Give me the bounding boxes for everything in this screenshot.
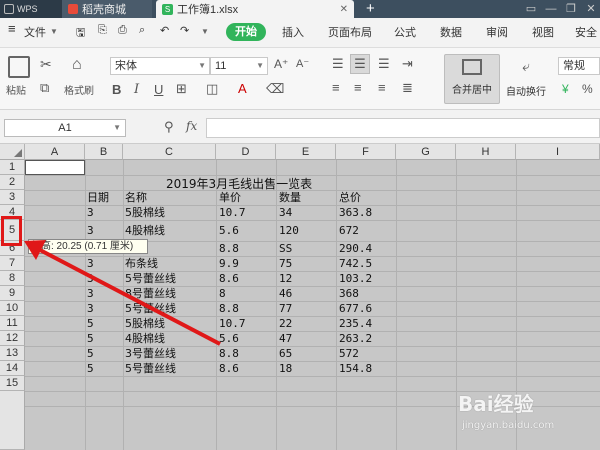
menu-bar: ≡ 文件 ▼ 🖫 ⎘ ⎙ ⌕ ↶ ↷ ▼ 开始 插入 页面布局 公式 数据 审阅… xyxy=(0,18,600,48)
indent-icon[interactable]: ⇥ xyxy=(402,56,413,72)
chevron-down-icon[interactable]: ▼ xyxy=(50,27,58,36)
tab-workbook[interactable]: S 工作簿1.xlsx ✕ xyxy=(156,0,354,18)
undo-icon[interactable]: ↶ xyxy=(160,24,169,37)
spreadsheet-grid[interactable]: A B C D E F G H I 1 2 3 4 5 6 7 8 9 10 1… xyxy=(0,144,600,450)
format-painter-icon[interactable]: ⌂ xyxy=(72,56,82,74)
tab-docer-label: 稻壳商城 xyxy=(82,4,126,16)
copy-icon[interactable]: ⧉ xyxy=(40,80,49,96)
number-format-select[interactable]: 常规 xyxy=(558,57,600,75)
redo-icon[interactable]: ↷ xyxy=(180,24,189,37)
paste-label[interactable]: 粘贴 xyxy=(6,82,26,97)
customize-icon[interactable]: ▼ xyxy=(201,27,209,36)
tab-workbook-label: 工作簿1.xlsx xyxy=(177,4,239,16)
name-box[interactable]: A1 ▼ xyxy=(4,119,126,137)
title-bar: WPS 稻壳商城 S 工作簿1.xlsx ✕ + ▭ — ❐ ✕ xyxy=(0,0,600,18)
print-preview-icon[interactable]: ⌕ xyxy=(139,24,145,37)
docer-icon xyxy=(68,4,78,14)
menu-review[interactable]: 审阅 xyxy=(486,24,508,40)
font-size-select[interactable]: 11 ▼ xyxy=(210,57,268,75)
menu-view[interactable]: 视图 xyxy=(532,24,554,40)
formula-input[interactable] xyxy=(206,118,600,138)
menu-home[interactable]: 开始 xyxy=(226,23,266,41)
arrow-shaft xyxy=(39,248,221,346)
menu-insert[interactable]: 插入 xyxy=(282,24,304,40)
align-middle-icon[interactable]: ☰ xyxy=(350,54,370,74)
wps-logo-icon xyxy=(4,4,14,14)
font-color-icon[interactable]: A xyxy=(238,81,247,96)
paste-icon[interactable] xyxy=(8,56,30,78)
percent-icon[interactable]: % xyxy=(582,82,593,96)
menu-formula[interactable]: 公式 xyxy=(394,24,416,40)
chevron-down-icon: ▼ xyxy=(113,123,121,132)
fx-icon[interactable]: fx xyxy=(186,119,197,133)
export-icon[interactable]: ⎘ xyxy=(98,24,107,37)
format-painter-label[interactable]: 格式刷 xyxy=(64,82,94,97)
merge-center-button[interactable]: 合并居中 xyxy=(444,54,500,104)
merge-center-label: 合并居中 xyxy=(452,85,492,96)
spreadsheet-icon: S xyxy=(162,3,173,15)
align-left-icon[interactable]: ≡ xyxy=(332,80,340,95)
italic-icon[interactable]: I xyxy=(134,82,139,97)
hamburger-icon[interactable]: ≡ xyxy=(8,21,16,36)
font-family-select[interactable]: 宋体 ▼ xyxy=(110,57,210,75)
name-box-value: A1 xyxy=(58,122,72,134)
print-icon[interactable]: ⎙ xyxy=(118,24,127,37)
font-size-value: 11 xyxy=(215,60,227,72)
cut-icon[interactable]: ✂ xyxy=(40,56,52,73)
tab-docer-store[interactable]: 稻壳商城 xyxy=(62,0,152,18)
formula-bar: A1 ▼ ⚲ fx xyxy=(0,110,600,144)
align-top-icon[interactable]: ☰ xyxy=(332,56,344,72)
close-window-icon[interactable]: ✕ xyxy=(582,0,600,18)
tab-wps[interactable]: WPS xyxy=(0,0,62,18)
maximize-icon[interactable]: ❐ xyxy=(562,0,580,18)
watermark-url: jingyan.baidu.com xyxy=(462,420,555,431)
underline-icon[interactable]: U xyxy=(154,82,163,97)
menu-data[interactable]: 数据 xyxy=(440,24,462,40)
wrap-text-icon: ⤶ xyxy=(522,58,530,74)
watermark-brand: Bai经验 xyxy=(458,392,534,416)
font-family-value: 宋体 xyxy=(115,60,137,72)
menu-security[interactable]: 安全 xyxy=(575,24,597,40)
borders-icon[interactable]: ⊞ xyxy=(176,81,187,97)
zoom-search-icon[interactable]: ⚲ xyxy=(164,119,174,135)
decrease-font-icon[interactable]: A⁻ xyxy=(296,57,309,70)
chevron-down-icon: ▼ xyxy=(198,61,206,70)
menu-page-layout[interactable]: 页面布局 xyxy=(328,24,372,40)
minimize-icon[interactable]: — xyxy=(542,0,560,18)
align-bottom-icon[interactable]: ☰ xyxy=(378,56,390,72)
bold-icon[interactable]: B xyxy=(112,82,121,97)
wrap-text-button[interactable]: ⤶ 自动换行 xyxy=(506,54,546,104)
ribbon-toolbar: 粘贴 ✂ ⧉ ⌂ 格式刷 宋体 ▼ 11 ▼ A⁺ A⁻ B I U ⊞ ◫ A… xyxy=(0,48,600,110)
menu-file[interactable]: 文件 xyxy=(24,24,46,40)
align-center-icon[interactable]: ≡ xyxy=(354,80,362,95)
increase-font-icon[interactable]: A⁺ xyxy=(274,57,288,71)
watermark: Bai经验 jingyan.baidu.com xyxy=(458,382,598,442)
merge-icon xyxy=(462,59,482,75)
clear-format-icon[interactable]: ⌫ xyxy=(266,81,284,97)
tab-wps-label: WPS xyxy=(17,4,38,14)
chevron-down-icon: ▼ xyxy=(256,61,264,70)
number-format-value: 常规 xyxy=(563,60,585,72)
close-tab-icon[interactable]: ✕ xyxy=(340,4,348,15)
justify-icon[interactable]: ≣ xyxy=(402,80,413,96)
currency-icon[interactable]: ¥ xyxy=(562,82,569,96)
monitor-icon[interactable]: ▭ xyxy=(522,0,540,18)
wrap-text-label: 自动换行 xyxy=(506,87,546,98)
fill-color-icon[interactable]: ◫ xyxy=(206,81,218,97)
align-right-icon[interactable]: ≡ xyxy=(378,80,386,95)
new-tab-button[interactable]: + xyxy=(366,0,375,18)
save-icon[interactable]: 🖫 xyxy=(76,24,85,43)
